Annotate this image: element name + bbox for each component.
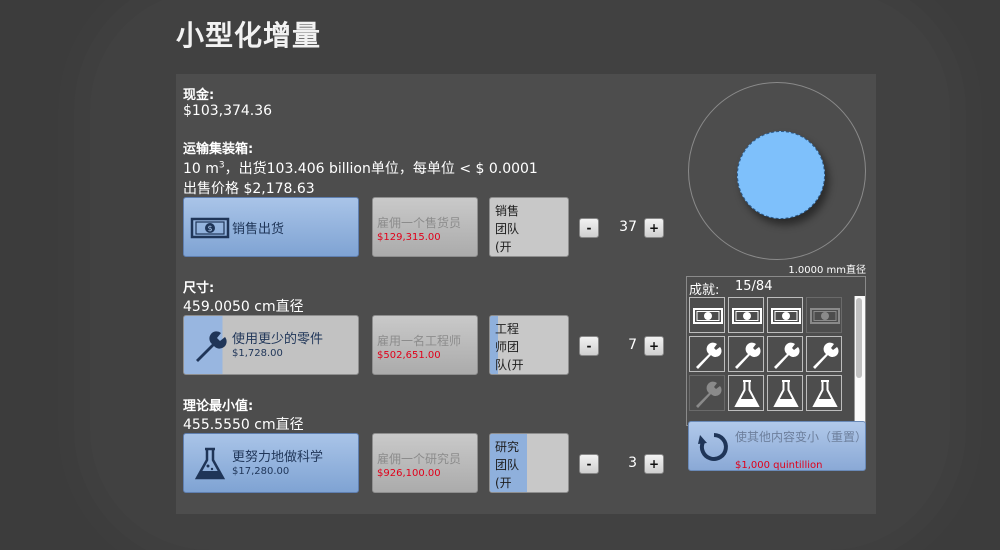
flask-icon bbox=[194, 447, 226, 480]
use-fewer-parts-button[interactable]: 使用更少的零件 $1,728.00 bbox=[183, 315, 359, 375]
sales-count: 37 bbox=[619, 219, 637, 235]
money-icon bbox=[732, 308, 762, 324]
money-icon bbox=[693, 308, 723, 324]
shipment-text: ，出货103.406 billion单位，每单位 < $ 0.0001 bbox=[224, 161, 538, 177]
hire-researcher-label: 雇佣一个研究员 bbox=[377, 452, 462, 466]
theoretical-min-label: 理论最小值: bbox=[183, 399, 254, 414]
achievement-cell bbox=[806, 375, 842, 411]
reset-label: 使其他内容变小（重置） bbox=[735, 430, 868, 444]
wrench-icon-locked bbox=[696, 381, 722, 408]
research-team-toggle[interactable]: 研究团队(开启) bbox=[489, 433, 569, 493]
reset-price: $1,000 quintillion bbox=[735, 460, 823, 471]
do-science-button[interactable]: 更努力地做科学 $17,280.00 bbox=[183, 433, 359, 493]
research-team-label: 研究团队(开启) bbox=[495, 440, 520, 490]
wrench-icon bbox=[196, 331, 227, 362]
achievement-cell bbox=[689, 375, 725, 411]
cash-value: $103,374.36 bbox=[183, 103, 273, 119]
hire-engineer-price: $502,651.00 bbox=[377, 350, 441, 361]
achievements-title: 成就: bbox=[689, 283, 720, 298]
engineer-decrement-button[interactable]: - bbox=[579, 336, 599, 356]
flask-icon bbox=[734, 380, 760, 407]
theoretical-min-value: 455.5550 cm直径 bbox=[183, 417, 304, 433]
volume-text: 10 m bbox=[183, 161, 219, 177]
research-decrement-button[interactable]: - bbox=[579, 454, 599, 474]
flask-icon bbox=[812, 380, 838, 407]
cash-label: 现金: bbox=[183, 88, 215, 103]
achievement-cell bbox=[767, 336, 803, 372]
reset-button[interactable]: 使其他内容变小（重置） $1,000 quintillion bbox=[688, 421, 868, 471]
do-science-price: $17,280.00 bbox=[232, 466, 290, 477]
achievement-cell bbox=[728, 297, 764, 333]
flask-icon bbox=[773, 380, 799, 407]
achievement-cell bbox=[767, 297, 803, 333]
hire-salesperson-label: 雇佣一个售货员 bbox=[377, 216, 462, 230]
sales-increment-button[interactable]: + bbox=[644, 218, 664, 238]
container-info: 10 m3，出货103.406 billion单位，每单位 < $ 0.0001 bbox=[183, 158, 538, 178]
money-icon bbox=[771, 308, 801, 324]
use-fewer-parts-label: 使用更少的零件 bbox=[232, 332, 324, 347]
research-increment-button[interactable]: + bbox=[644, 454, 664, 474]
achievement-cell bbox=[806, 297, 842, 333]
engineer-count: 7 bbox=[628, 337, 637, 353]
object-diameter: 1.0000 mm直径 bbox=[788, 265, 866, 276]
sale-price: 出售价格 $2,178.63 bbox=[183, 181, 315, 197]
wrench-icon bbox=[774, 342, 800, 369]
engineer-increment-button[interactable]: + bbox=[644, 336, 664, 356]
sell-shipment-button[interactable]: $ 销售出货 bbox=[183, 197, 359, 257]
sales-team-toggle[interactable]: 销售团队(开启) bbox=[489, 197, 569, 257]
achievement-cell bbox=[689, 336, 725, 372]
sales-team-label: 销售团队(开启) bbox=[495, 204, 520, 254]
achievement-cell bbox=[728, 336, 764, 372]
hire-engineer-button[interactable]: 雇用一名工程师 $502,651.00 bbox=[372, 315, 478, 375]
achievement-cell bbox=[806, 336, 842, 372]
wrench-icon bbox=[735, 342, 761, 369]
engineer-team-toggle[interactable]: 工程师团队(开启) bbox=[489, 315, 569, 375]
achievement-cell bbox=[689, 297, 725, 333]
size-value: 459.0050 cm直径 bbox=[183, 299, 304, 315]
hire-researcher-button[interactable]: 雇佣一个研究员 $926,100.00 bbox=[372, 433, 478, 493]
wrench-icon bbox=[813, 342, 839, 369]
hire-salesperson-button[interactable]: 雇佣一个售货员 $129,315.00 bbox=[372, 197, 478, 257]
container-label: 运输集装箱: bbox=[183, 142, 254, 157]
achievement-cell bbox=[767, 375, 803, 411]
reset-icon bbox=[698, 433, 728, 461]
svg-text:$: $ bbox=[207, 224, 212, 233]
research-count: 3 bbox=[628, 455, 637, 471]
money-icon-locked bbox=[810, 308, 840, 324]
hire-engineer-label: 雇用一名工程师 bbox=[377, 334, 462, 348]
hire-researcher-price: $926,100.00 bbox=[377, 468, 441, 479]
page-title: 小型化增量 bbox=[176, 19, 322, 52]
do-science-label: 更努力地做科学 bbox=[232, 450, 324, 465]
achievements-scroll-thumb[interactable] bbox=[856, 298, 862, 378]
engineer-team-label: 工程师团队(开启) bbox=[495, 322, 524, 372]
achievements-count: 15/84 bbox=[735, 279, 773, 294]
size-label: 尺寸: bbox=[183, 281, 215, 296]
sales-decrement-button[interactable]: - bbox=[579, 218, 599, 238]
shrinking-object bbox=[737, 131, 825, 219]
sell-shipment-label: 销售出货 bbox=[232, 222, 285, 237]
wrench-icon bbox=[696, 342, 722, 369]
use-fewer-parts-price: $1,728.00 bbox=[232, 348, 283, 359]
money-icon: $ bbox=[190, 217, 230, 239]
achievement-cell bbox=[728, 375, 764, 411]
hire-salesperson-price: $129,315.00 bbox=[377, 232, 441, 243]
